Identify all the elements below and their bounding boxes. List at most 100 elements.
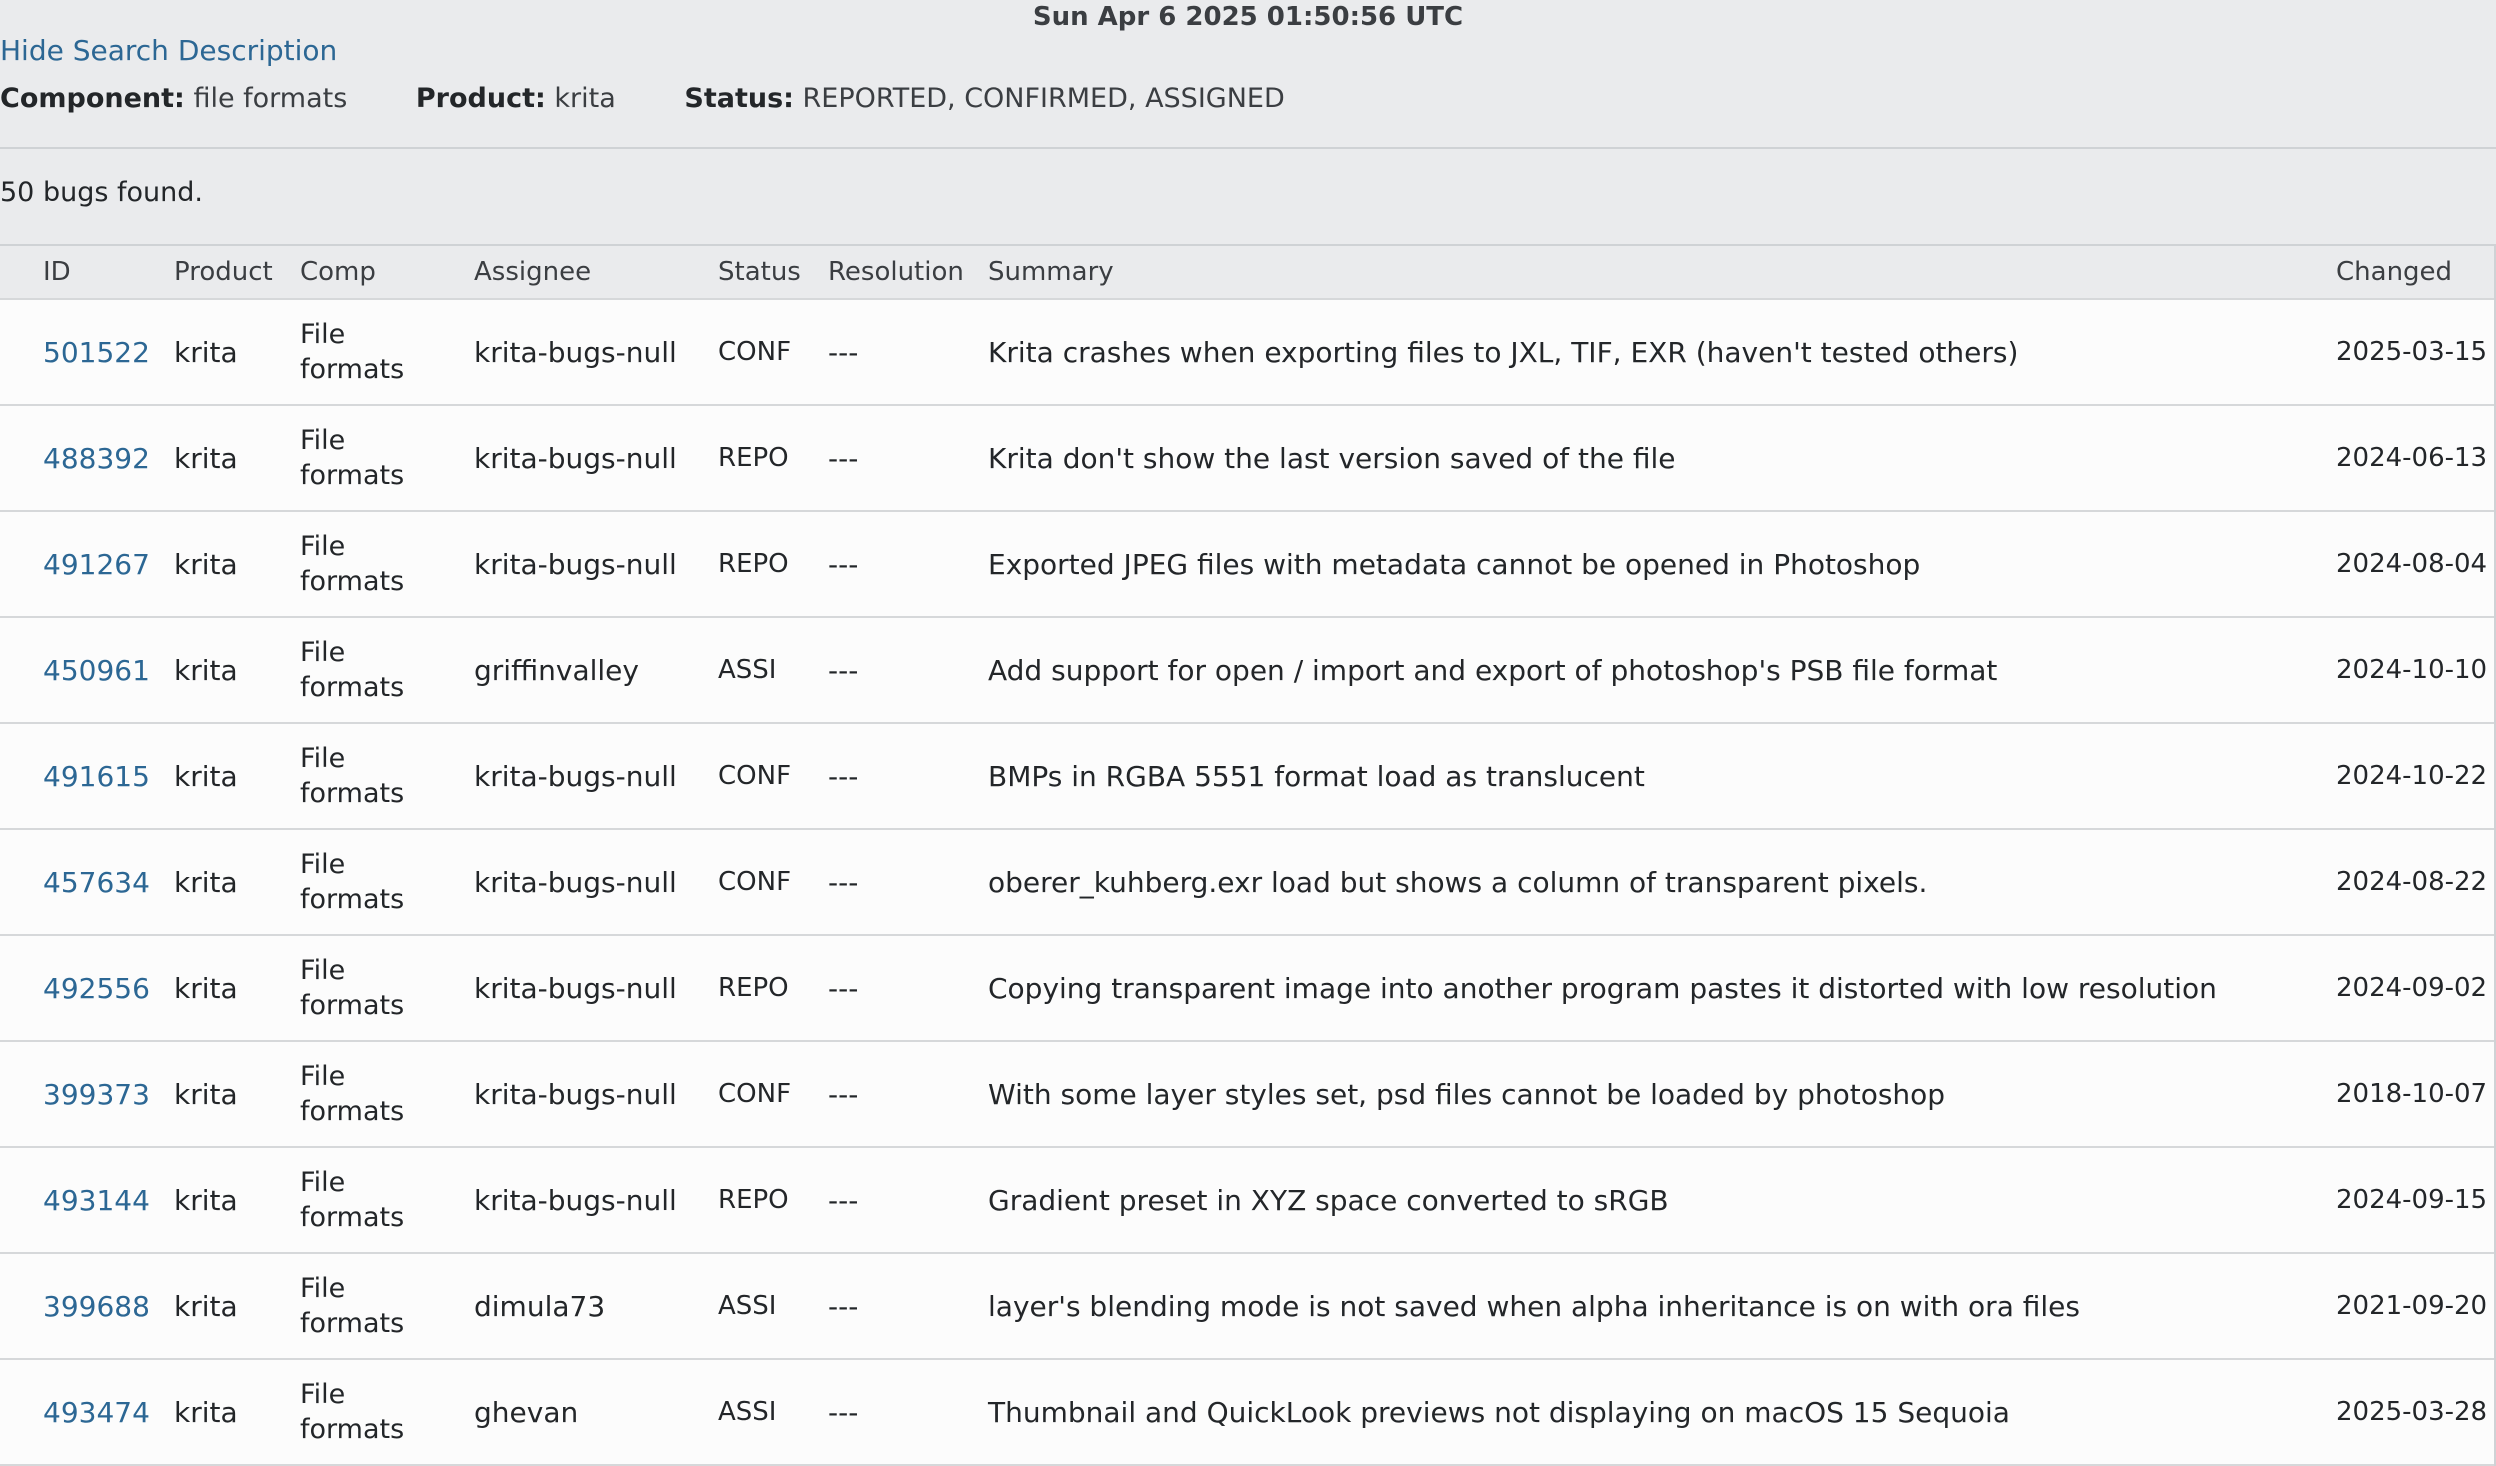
bug-summary: Krita don't show the last version saved … [988,441,1676,475]
product-criterion: Product: krita [416,83,616,114]
bug-assignee: krita-bugs-null [474,1183,677,1217]
bug-summary: layer's blending mode is not saved when … [988,1289,2080,1323]
component-value: file formats [193,83,348,114]
bug-changed-date: 2024-08-04 [2336,549,2488,579]
table-row: 492556 krita File formats krita-bugs-nul… [0,936,2494,1042]
bug-summary: oberer_kuhberg.exr load but shows a colu… [988,865,1928,899]
component-label: Component: [0,83,185,114]
bug-component: File formats [300,637,405,703]
bug-id-link[interactable]: 491267 [43,512,150,616]
bug-changed-date: 2024-09-15 [2336,1185,2488,1215]
bug-id-link[interactable]: 399688 [43,1254,150,1358]
bug-component: File formats [300,1061,405,1127]
bug-assignee: ghevan [474,1395,579,1429]
bug-assignee: dimula73 [474,1289,606,1323]
bug-summary: Exported JPEG files with metadata cannot… [988,547,1921,581]
bug-status: REPO [718,443,789,473]
bug-resolution: --- [828,865,859,899]
table-row: 491267 krita File formats krita-bugs-nul… [0,512,2494,618]
bug-status: CONF [718,337,792,367]
table-row: 491615 krita File formats krita-bugs-nul… [0,724,2494,830]
bug-product: krita [174,1077,238,1111]
hide-search-description-link[interactable]: Hide Search Description [0,34,337,67]
bug-product: krita [174,971,238,1005]
bug-assignee: krita-bugs-null [474,759,677,793]
bug-id-link[interactable]: 493474 [43,1360,150,1464]
status-criterion: Status: REPORTED, CONFIRMED, ASSIGNED [684,83,1284,114]
bug-changed-date: 2024-10-10 [2336,655,2488,685]
table-row: 399688 krita File formats dimula73 ASSI … [0,1254,2494,1360]
column-header-assignee[interactable]: Assignee [474,246,591,298]
bug-product: krita [174,1183,238,1217]
bug-id-link[interactable]: 493144 [43,1148,150,1252]
bug-status: ASSI [718,1291,777,1321]
table-row: 457634 krita File formats krita-bugs-nul… [0,830,2494,936]
search-criteria: Component: file formats Product: krita S… [0,83,1345,114]
bug-changed-date: 2025-03-28 [2336,1397,2488,1427]
bug-summary: Copying transparent image into another p… [988,971,2217,1005]
bug-component: File formats [300,1273,405,1339]
bug-component: File formats [300,849,405,915]
bug-changed-date: 2024-10-22 [2336,761,2488,791]
bug-component: File formats [300,319,405,385]
bug-status: CONF [718,1079,792,1109]
bug-count: 50 bugs found. [0,177,203,208]
bug-assignee: krita-bugs-null [474,1077,677,1111]
bug-product: krita [174,1395,238,1429]
table-row: 501522 krita File formats krita-bugs-nul… [0,300,2494,406]
bug-assignee: krita-bugs-null [474,335,677,369]
bug-resolution: --- [828,759,859,793]
bug-product: krita [174,547,238,581]
bug-product: krita [174,865,238,899]
bug-assignee: griffinvalley [474,653,639,687]
column-header-summary[interactable]: Summary [988,246,1114,298]
bug-id-link[interactable]: 491615 [43,724,150,828]
bug-id-link[interactable]: 488392 [43,406,150,510]
bug-resolution: --- [828,1077,859,1111]
table-row: 493474 krita File formats ghevan ASSI --… [0,1360,2494,1466]
bug-component: File formats [300,425,405,491]
table-row: 399373 krita File formats krita-bugs-nul… [0,1042,2494,1148]
bug-assignee: krita-bugs-null [474,971,677,1005]
bug-assignee: krita-bugs-null [474,865,677,899]
bug-changed-date: 2021-09-20 [2336,1291,2488,1321]
bug-component: File formats [300,531,405,597]
bug-status: REPO [718,549,789,579]
bug-changed-date: 2024-06-13 [2336,443,2488,473]
bug-summary: With some layer styles set, psd files ca… [988,1077,1946,1111]
bug-status: CONF [718,867,792,897]
bug-assignee: krita-bugs-null [474,547,677,581]
bug-resolution: --- [828,1289,859,1323]
column-header-status[interactable]: Status [718,246,801,298]
bug-product: krita [174,335,238,369]
bug-status: CONF [718,761,792,791]
bug-id-link[interactable]: 399373 [43,1042,150,1146]
column-header-resolution[interactable]: Resolution [828,246,964,298]
bug-component: File formats [300,1379,405,1445]
column-header-comp[interactable]: Comp [300,246,376,298]
bug-changed-date: 2018-10-07 [2336,1079,2488,1109]
column-header-id[interactable]: ID [43,246,71,298]
bug-component: File formats [300,743,405,809]
column-header-product[interactable]: Product [174,246,273,298]
bug-id-link[interactable]: 501522 [43,300,150,404]
bug-product: krita [174,1289,238,1323]
bug-summary: Add support for open / import and export… [988,653,1998,687]
bug-status: REPO [718,1185,789,1215]
column-header-changed[interactable]: Changed [2336,246,2452,298]
table-row: 488392 krita File formats krita-bugs-nul… [0,406,2494,512]
bug-id-link[interactable]: 457634 [43,830,150,934]
bug-results-table: ID Product Comp Assignee Status Resoluti… [0,244,2496,1466]
table-row: 493144 krita File formats krita-bugs-nul… [0,1148,2494,1254]
bug-id-link[interactable]: 492556 [43,936,150,1040]
bug-resolution: --- [828,335,859,369]
bug-resolution: --- [828,441,859,475]
bug-assignee: krita-bugs-null [474,441,677,475]
bug-changed-date: 2025-03-15 [2336,337,2488,367]
page-timestamp: Sun Apr 6 2025 01:50:56 UTC [1032,2,1464,32]
bug-summary: BMPs in RGBA 5551 format load as translu… [988,759,1645,793]
bug-summary: Thumbnail and QuickLook previews not dis… [988,1395,2010,1429]
bug-status: ASSI [718,1397,777,1427]
bug-id-link[interactable]: 450961 [43,618,150,722]
bug-status: REPO [718,973,789,1003]
